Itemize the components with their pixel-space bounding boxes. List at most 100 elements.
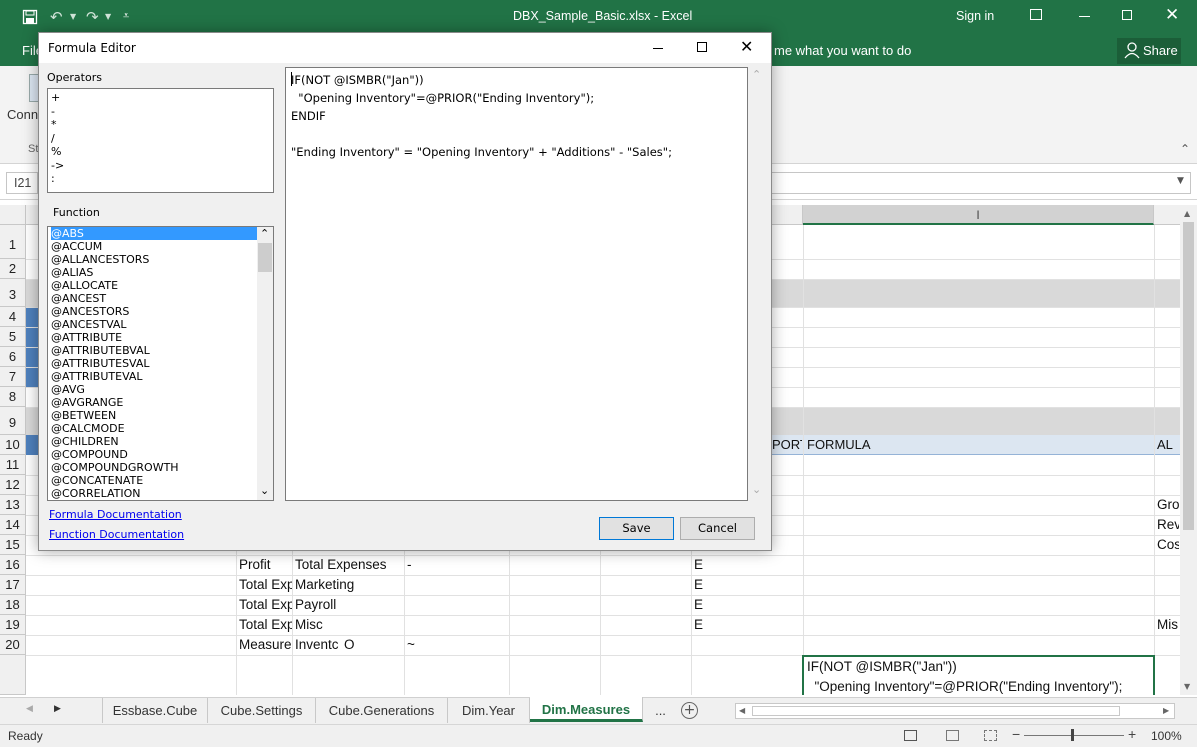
formula-documentation-link[interactable]: Formula Documentation	[49, 508, 182, 521]
ribbon-display-icon[interactable]	[1030, 9, 1042, 20]
function-list[interactable]: @ABS @ACCUM @ALLANCESTORS @ALIAS @ALLOCA…	[47, 226, 274, 501]
row-header[interactable]: 13	[0, 495, 26, 515]
function-item[interactable]: @ATTRIBUTEBVAL	[51, 344, 258, 357]
row-header[interactable]: 2	[0, 259, 26, 279]
zoom-level[interactable]: 100%	[1151, 729, 1182, 743]
more-sheets[interactable]: ...	[643, 698, 678, 723]
active-cell[interactable]: IF(NOT @ISMBR("Jan")) "Opening Inventory…	[802, 655, 1155, 695]
cell[interactable]: Total Exp	[239, 617, 292, 632]
row-header[interactable]: 3	[0, 279, 26, 307]
h-scroll-thumb[interactable]	[752, 706, 1120, 716]
name-box[interactable]: I21	[6, 172, 38, 194]
function-item[interactable]: @COMPOUND	[51, 448, 258, 461]
row-header[interactable]: 9	[0, 407, 26, 435]
cell[interactable]: Rev	[1157, 517, 1179, 532]
row-header[interactable]: 11	[0, 455, 26, 475]
sheet-tab[interactable]: Dim.Year	[448, 698, 530, 723]
cell[interactable]: Total Exp	[239, 597, 292, 612]
formula-input[interactable]	[770, 172, 1191, 194]
cell[interactable]: Mis	[1157, 617, 1179, 632]
cell[interactable]: Inventc	[295, 637, 343, 652]
undo-dropdown-icon[interactable]: ▼	[70, 12, 76, 21]
operator-item[interactable]: ->	[51, 159, 273, 173]
page-break-icon[interactable]	[984, 730, 997, 741]
row-header[interactable]: 18	[0, 595, 26, 615]
cell[interactable]: O	[344, 637, 355, 652]
zoom-in-icon[interactable]: +	[1128, 726, 1136, 742]
cell[interactable]: E	[694, 617, 703, 632]
zoom-slider[interactable]	[1024, 735, 1124, 736]
function-item[interactable]: @ATTRIBUTESVAL	[51, 357, 258, 370]
function-documentation-link[interactable]: Function Documentation	[49, 528, 184, 541]
cell[interactable]: -	[407, 557, 412, 572]
prev-sheet-icon[interactable]: ◀	[26, 704, 33, 714]
normal-view-icon[interactable]	[904, 730, 917, 741]
scroll-down-icon[interactable]: ⌄	[752, 483, 761, 496]
row-header[interactable]: 10	[0, 435, 26, 455]
operator-item[interactable]: %	[51, 145, 273, 159]
vertical-scrollbar[interactable]: ▲ ▼	[1180, 205, 1197, 695]
function-item[interactable]: @ANCESTORS	[51, 305, 258, 318]
undo-icon[interactable]: ↶	[50, 8, 63, 26]
scroll-up-icon[interactable]: ⌃	[752, 68, 761, 81]
cell[interactable]: Cos	[1157, 537, 1179, 552]
formula-editor-textarea[interactable]: IF(NOT @ISMBR("Jan")) "Opening Inventory…	[285, 67, 748, 501]
scroll-down-icon[interactable]: ⌄	[260, 484, 269, 497]
save-button[interactable]: Save	[599, 517, 674, 540]
maximize-icon[interactable]	[1122, 10, 1132, 20]
operator-item[interactable]: +	[51, 91, 273, 105]
redo-icon[interactable]: ↷	[86, 8, 99, 26]
tell-me-box[interactable]: me what you want to do	[774, 43, 911, 58]
scroll-up-icon[interactable]: ▲	[1184, 209, 1190, 218]
cell[interactable]: Total Expenses	[295, 557, 403, 572]
operator-item[interactable]: *	[51, 118, 273, 132]
cell[interactable]: Profit	[239, 557, 291, 572]
minimize-icon[interactable]	[1079, 16, 1090, 17]
zoom-slider-handle[interactable]	[1071, 729, 1074, 741]
customize-toolbar-icon[interactable]: ⩡	[123, 9, 129, 23]
function-item[interactable]: @ATTRIBUTEVAL	[51, 370, 258, 383]
sheet-tab-active[interactable]: Dim.Measures	[530, 697, 643, 722]
function-item[interactable]: @ACCUM	[51, 240, 258, 253]
function-item[interactable]: @ATTRIBUTE	[51, 331, 258, 344]
add-sheet-icon[interactable]: +	[681, 702, 698, 719]
collapse-ribbon-icon[interactable]: ⌃	[1180, 142, 1190, 156]
cell[interactable]: E	[694, 557, 703, 572]
scroll-right-icon[interactable]: ▶	[1163, 706, 1169, 715]
column-header[interactable]	[1154, 205, 1180, 225]
cell[interactable]: ~	[407, 637, 415, 652]
row-header[interactable]: 14	[0, 515, 26, 535]
row-header[interactable]: 12	[0, 475, 26, 495]
cell[interactable]: Misc	[295, 617, 403, 632]
function-item[interactable]: @AVGRANGE	[51, 396, 258, 409]
scroll-down-icon[interactable]: ▼	[1184, 682, 1190, 691]
row-header[interactable]: 16	[0, 555, 26, 575]
operator-item[interactable]: :	[51, 172, 273, 186]
sheet-tab[interactable]: Cube.Generations	[316, 698, 448, 723]
cell[interactable]: E	[694, 597, 703, 612]
cell[interactable]: E	[694, 577, 703, 592]
row-header[interactable]: 5	[0, 327, 26, 347]
dialog-close-icon[interactable]: ✕	[740, 37, 753, 56]
function-item[interactable]: @ANCESTVAL	[51, 318, 258, 331]
horizontal-scrollbar[interactable]: ◀ ▶	[735, 703, 1175, 719]
select-all-corner[interactable]	[0, 205, 26, 225]
function-item-selected[interactable]: @ABS	[51, 227, 258, 240]
row-header[interactable]: 20	[0, 635, 26, 655]
function-item[interactable]: @CONCATENATE	[51, 474, 258, 487]
function-item[interactable]: @CORRELATION	[51, 487, 258, 500]
sheet-tab[interactable]: Essbase.Cube	[102, 698, 208, 723]
cell[interactable]: Gro	[1157, 497, 1179, 512]
function-item[interactable]: @CHILDREN	[51, 435, 258, 448]
zoom-out-icon[interactable]: −	[1012, 726, 1020, 742]
sheet-tab[interactable]: Cube.Settings	[208, 698, 316, 723]
cancel-button[interactable]: Cancel	[680, 517, 755, 540]
close-icon[interactable]: ✕	[1165, 5, 1179, 25]
function-item[interactable]: @COMPOUNDGROWTH	[51, 461, 258, 474]
dialog-minimize-icon[interactable]	[653, 48, 663, 49]
row-header[interactable]: 19	[0, 615, 26, 635]
cell[interactable]: Measure	[239, 637, 292, 652]
function-item[interactable]: @CALCMODE	[51, 422, 258, 435]
cell[interactable]: Marketing	[295, 577, 403, 592]
row-header[interactable]: 17	[0, 575, 26, 595]
